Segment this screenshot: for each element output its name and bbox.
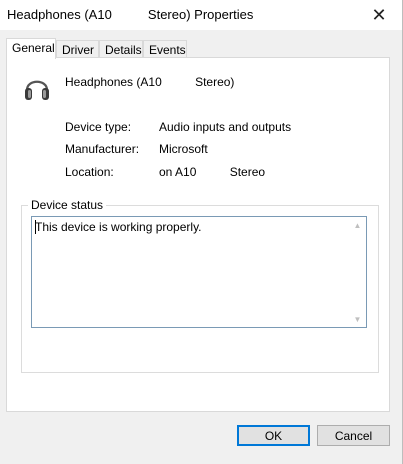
device-status-textbox[interactable]: This device is working properly. ▲ ▼ xyxy=(31,216,367,328)
tab-details[interactable]: Details xyxy=(99,40,143,58)
close-button[interactable]: ✕ xyxy=(356,0,402,30)
window-title: Headphones (A10 Stereo) Properties xyxy=(7,7,254,22)
tab-events[interactable]: Events xyxy=(143,40,187,58)
device-status-text: This device is working properly. xyxy=(35,220,202,234)
close-icon: ✕ xyxy=(371,4,387,25)
tab-label: Details xyxy=(105,43,142,57)
tab-label: Driver xyxy=(62,43,94,57)
location-label: Location: xyxy=(65,165,114,179)
text-caret xyxy=(35,220,36,234)
cancel-button[interactable]: Cancel xyxy=(317,425,390,446)
tab-label: Events xyxy=(149,43,186,57)
headphones-icon xyxy=(25,80,49,100)
ok-button[interactable]: OK xyxy=(237,425,310,446)
device-status-legend: Device status xyxy=(28,198,107,212)
title-bar[interactable]: Headphones (A10 Stereo) Properties ✕ xyxy=(0,0,402,30)
general-tab-panel: Headphones (A10 Stereo) Device type: Aud… xyxy=(6,57,390,412)
manufacturer-value: Microsoft xyxy=(159,142,208,156)
cancel-button-label: Cancel xyxy=(334,428,373,443)
device-type-value: Audio inputs and outputs xyxy=(159,120,292,134)
device-status-group: Device status This device is working pro… xyxy=(21,198,379,373)
tab-driver[interactable]: Driver xyxy=(56,40,99,58)
scroll-up-icon[interactable]: ▲ xyxy=(349,218,366,232)
device-type-label: Device type: xyxy=(65,120,132,134)
properties-dialog: Headphones (A10 Stereo) Properties ✕ Gen… xyxy=(0,0,403,464)
tab-label: General xyxy=(12,41,55,55)
device-name: Headphones (A10 Stereo) xyxy=(65,75,235,89)
tab-general[interactable]: General xyxy=(6,38,56,59)
manufacturer-label: Manufacturer: xyxy=(65,142,140,156)
scroll-down-icon[interactable]: ▼ xyxy=(349,312,366,326)
ok-button-label: OK xyxy=(264,428,283,443)
location-value: on A10 Stereo xyxy=(159,165,266,179)
status-scrollbar[interactable]: ▲ ▼ xyxy=(349,217,366,327)
